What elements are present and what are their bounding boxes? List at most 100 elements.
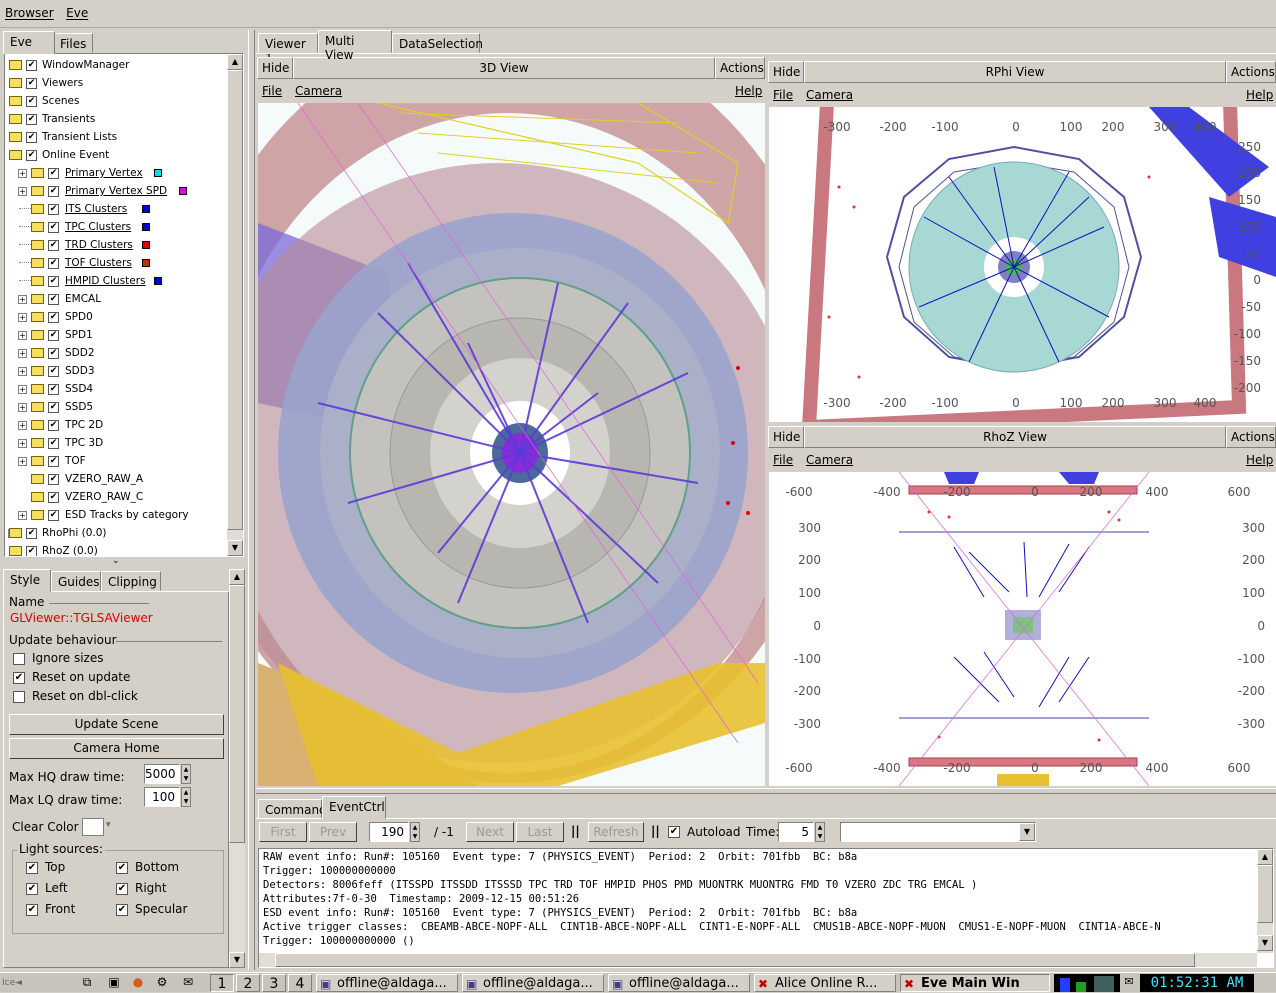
expand-icon[interactable]: + (18, 169, 27, 178)
time-input[interactable]: 5 (778, 822, 814, 842)
mail-icon[interactable]: ✉ (178, 975, 198, 991)
rhoz-camera-menu[interactable]: Camera (806, 450, 853, 470)
light-left-checkbox[interactable]: ✔ (26, 883, 38, 895)
expand-icon[interactable]: + (18, 457, 27, 466)
prev-button[interactable]: Prev (309, 822, 357, 842)
tree-item[interactable]: +✔RhoPhi (0.0) (5, 524, 227, 542)
light-right-checkbox[interactable]: ✔ (116, 883, 128, 895)
scroll-thumb[interactable] (229, 585, 245, 843)
visibility-checkbox[interactable]: ✔ (48, 276, 59, 287)
color-swatch[interactable] (154, 277, 163, 285)
visibility-checkbox[interactable]: ✔ (48, 204, 59, 215)
visibility-checkbox[interactable]: ✔ (48, 258, 59, 269)
color-swatch[interactable] (142, 223, 151, 231)
tree-item[interactable]: ✔ Transients (5, 110, 227, 128)
light-top-checkbox[interactable]: ✔ (26, 862, 38, 874)
tree-item[interactable]: + ✔ Primary Vertex (5, 164, 227, 182)
visibility-checkbox[interactable]: ✔ (48, 474, 59, 485)
tree-item[interactable]: + ✔ ESD Tracks by category (5, 506, 227, 524)
visibility-checkbox[interactable]: ✔ (48, 294, 59, 305)
color-swatch[interactable] (142, 259, 151, 267)
reset-on-update-checkbox[interactable]: ✔ (13, 672, 25, 684)
mail-status-icon[interactable]: ✉ (1122, 975, 1136, 991)
taskbar-window-item[interactable]: offline@aldaga... ▣ (608, 974, 750, 992)
first-button[interactable]: First (259, 822, 307, 842)
visibility-checkbox[interactable]: ✔ (26, 60, 37, 71)
clear-color-swatch[interactable] (82, 818, 104, 836)
color-swatch[interactable] (178, 187, 187, 195)
taskbar-window-item[interactable]: offline@aldaga... ▣ (462, 974, 604, 992)
tree-item[interactable]: ✔ ITS Clusters (5, 200, 227, 218)
color-swatch[interactable] (142, 205, 151, 213)
visibility-checkbox[interactable]: ✔ (26, 150, 37, 161)
tab-guides[interactable]: Guides (51, 571, 101, 591)
expand-icon[interactable]: + (18, 385, 27, 394)
workspace-4-button[interactable]: 4 (288, 974, 312, 992)
visibility-checkbox[interactable]: ✔ (26, 78, 37, 89)
color-swatch[interactable] (154, 169, 163, 177)
refresh-button[interactable]: Refresh (588, 822, 644, 842)
max-lq-input[interactable]: 100 (144, 787, 180, 807)
tab-eve[interactable]: Eve (3, 31, 55, 54)
clock[interactable]: 01:52:31 AM (1140, 974, 1254, 992)
taskbar-window-item[interactable]: offline@aldaga... ▣ (316, 974, 458, 992)
rhoz-canvas[interactable]: -600 -400 -200 0 200 400 600 -600 -400 -200 0 200 4… (769, 472, 1276, 786)
light-front-checkbox[interactable]: ✔ (26, 904, 38, 916)
rhoz-help-menu[interactable]: Help (1246, 450, 1273, 470)
tree-item[interactable]: + ✔ SDD2 (5, 344, 227, 362)
view3d-camera-menu[interactable]: Camera (295, 81, 342, 101)
expand-icon[interactable]: + (18, 187, 27, 196)
tab-multi-view[interactable]: Multi View (318, 30, 392, 62)
scroll-up-icon[interactable]: ▲ (229, 569, 245, 585)
expand-icon[interactable]: + (18, 439, 27, 448)
visibility-checkbox[interactable]: ✔ (26, 546, 37, 556)
tab-viewer-1[interactable]: Viewer 1 (258, 33, 318, 65)
gear-icon[interactable]: ⚙ (152, 975, 172, 991)
expand-icon[interactable]: + (18, 331, 27, 340)
tab-data-selection[interactable]: DataSelection (392, 33, 483, 53)
scroll-up-icon[interactable]: ▲ (1257, 849, 1273, 865)
tree-item[interactable]: + ✔ SPD1 (5, 326, 227, 344)
rhoz-file-menu[interactable]: File (773, 450, 793, 470)
max-hq-input[interactable]: 5000 (144, 764, 180, 784)
visibility-checkbox[interactable]: ✔ (48, 312, 59, 323)
hscroll-thumb[interactable] (275, 953, 1195, 967)
reset-on-dblclick-checkbox[interactable] (13, 691, 25, 703)
visibility-checkbox[interactable]: ✔ (48, 420, 59, 431)
taskbar-window-item[interactable]: Eve Main Win ✖ (900, 974, 1050, 992)
view3d-actions-button[interactable]: Actions (715, 57, 765, 79)
time-spinner[interactable]: ▲ ▼ (815, 822, 825, 842)
view3d-file-menu[interactable]: File (262, 81, 282, 101)
visibility-checkbox[interactable]: ✔ (48, 222, 59, 233)
visibility-checkbox[interactable]: ✔ (48, 456, 59, 467)
workspace-3-button[interactable]: 3 (262, 974, 286, 992)
rphi-help-menu[interactable]: Help (1246, 85, 1273, 105)
visibility-checkbox[interactable]: ✔ (48, 330, 59, 341)
scroll-thumb[interactable] (227, 70, 243, 530)
rphi-canvas[interactable]: -300 -200 -100 0 100 200 300 400 -300 -200 -100 0 1… (769, 107, 1276, 422)
rphi-actions-button[interactable]: Actions (1226, 61, 1276, 83)
terminal-icon[interactable]: ▣ (104, 975, 124, 991)
tree-item[interactable]: + ✔ TPC 3D (5, 434, 227, 452)
menu-browser[interactable]: Browser (0, 0, 58, 20)
scroll-down-icon[interactable]: ▼ (229, 952, 245, 968)
expand-icon[interactable]: + (18, 313, 27, 322)
tree-item[interactable]: ✔ Scenes (5, 92, 227, 110)
color-swatch[interactable] (142, 241, 151, 249)
visibility-checkbox[interactable]: ✔ (48, 384, 59, 395)
autoload-checkbox[interactable]: ✔ (668, 826, 680, 838)
visibility-checkbox[interactable]: ✔ (48, 348, 59, 359)
tree-item[interactable]: + ✔ Primary Vertex SPD (5, 182, 227, 200)
scroll-up-icon[interactable]: ▲ (227, 54, 243, 70)
expand-icon[interactable]: + (18, 295, 27, 304)
workspace-2-button[interactable]: 2 (236, 974, 260, 992)
visibility-checkbox[interactable]: ✔ (48, 366, 59, 377)
tree-item[interactable]: + ✔ SDD3 (5, 362, 227, 380)
tree-item[interactable]: ✔ TOF Clusters (5, 254, 227, 272)
tree-item[interactable]: ✔ VZERO_RAW_C (5, 488, 227, 506)
color-dropdown-icon[interactable]: ▾ (106, 820, 111, 830)
view3d-hide-button[interactable]: Hide (257, 57, 293, 79)
tab-clipping[interactable]: Clipping (101, 571, 161, 591)
tree-item[interactable]: ✔ HMPID Clusters (5, 272, 227, 290)
dropdown-arrow-icon[interactable]: ▼ (1019, 823, 1035, 841)
